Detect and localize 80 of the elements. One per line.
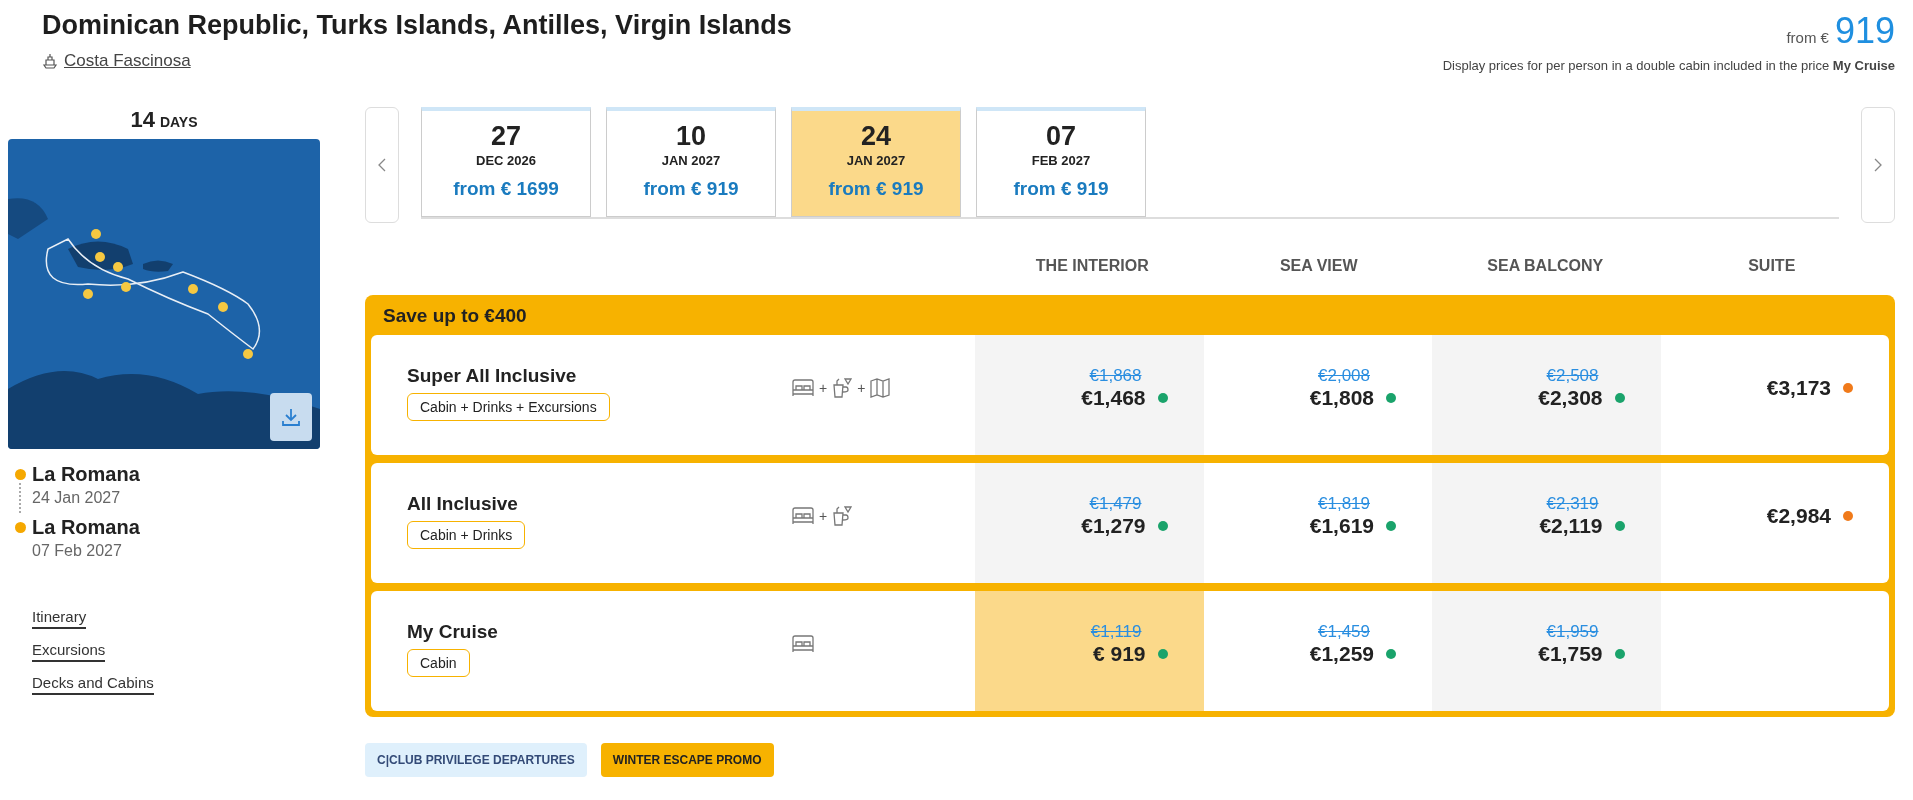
fare-name: All Inclusive bbox=[407, 493, 519, 515]
ship-icon bbox=[42, 53, 58, 69]
download-button[interactable] bbox=[270, 393, 312, 441]
ship-link[interactable]: Costa Fascinosa bbox=[64, 51, 191, 71]
original-price: €1,959 bbox=[1546, 622, 1599, 642]
fare-price: €1,468 bbox=[1081, 386, 1146, 410]
original-price: €1,819 bbox=[1318, 494, 1370, 514]
date-tab[interactable]: 10 JAN 2027 from € 919 bbox=[606, 107, 776, 217]
price-cell[interactable]: €1,819 €1,619 bbox=[1203, 463, 1432, 583]
column-header: SUITE bbox=[1748, 257, 1796, 274]
price-cell[interactable]: €2,319 €2,119 bbox=[1432, 463, 1661, 583]
drink-icon bbox=[831, 377, 854, 399]
fare-name: My Cruise bbox=[407, 621, 499, 643]
price-cell[interactable]: €2,508 €2,308 bbox=[1432, 335, 1661, 455]
original-price: €2,319 bbox=[1546, 494, 1599, 514]
price-cell[interactable]: €1,868 €1,468 bbox=[975, 335, 1204, 455]
bed-icon bbox=[791, 378, 815, 398]
promo-badge: WINTER ESCAPE PROMO bbox=[600, 743, 774, 777]
duration-unit: DAYS bbox=[159, 114, 198, 130]
fare-tag: Cabin + Drinks bbox=[407, 521, 526, 549]
fare-tag: Cabin bbox=[407, 649, 470, 677]
drink-icon bbox=[831, 505, 854, 527]
date-tab[interactable]: 24 JAN 2027 from € 919 bbox=[791, 107, 961, 217]
previous-button[interactable] bbox=[365, 107, 399, 223]
promo-badge: C|CLUB PRIVILEGE DEPARTURES bbox=[365, 743, 587, 777]
price-cell[interactable]: €1,959 €1,759 bbox=[1432, 591, 1661, 711]
original-price: €1,868 bbox=[1089, 366, 1142, 386]
port-name: La Romana bbox=[32, 516, 140, 539]
price-cell[interactable]: €1,479 €1,279 bbox=[975, 463, 1204, 583]
section-link[interactable]: Excursions bbox=[32, 641, 106, 662]
fare-name: Super All Inclusive bbox=[407, 365, 578, 387]
chevron-left-icon bbox=[378, 158, 386, 172]
section-link[interactable]: Decks and Cabins bbox=[32, 674, 154, 695]
section-link[interactable]: Itinerary bbox=[32, 608, 87, 629]
original-price: €1,479 bbox=[1089, 494, 1142, 514]
fare-price: €2,984 bbox=[1766, 504, 1831, 528]
next-button[interactable] bbox=[1861, 107, 1895, 223]
download-icon bbox=[280, 406, 302, 428]
price-note: Display prices for per person in a double cabin included in the price My Cruise bbox=[1442, 58, 1895, 73]
bed-icon bbox=[791, 634, 815, 654]
map-icon bbox=[869, 377, 892, 399]
fare-price: € 919 bbox=[1092, 642, 1146, 666]
original-price: €2,508 bbox=[1546, 366, 1599, 386]
stop-dot bbox=[14, 522, 26, 533]
plus-sign: + bbox=[819, 508, 828, 524]
fare-price: €1,759 bbox=[1538, 642, 1603, 666]
plus-sign: + bbox=[857, 380, 866, 396]
bed-icon bbox=[791, 506, 815, 526]
fare-tag: Cabin + Drinks + Excursions bbox=[407, 393, 610, 421]
cruise-title: Dominican Republic, Turks Islands, Antilles, Virgin Islands bbox=[42, 10, 792, 41]
promo-title: Save up to €400 bbox=[382, 304, 528, 327]
fare-price: €3,173 bbox=[1766, 376, 1831, 400]
price-cell[interactable]: €1,119 € 919 bbox=[975, 591, 1204, 711]
port-date: 07 Feb 2027 bbox=[32, 542, 123, 560]
date-tab[interactable]: 07 FEB 2027 from € 919 bbox=[976, 107, 1146, 217]
port-name: La Romana bbox=[32, 463, 140, 486]
column-header: SEA BALCONY bbox=[1487, 257, 1604, 274]
fare-price: €1,259 bbox=[1309, 642, 1374, 666]
price-cell[interactable]: €2,008 €1,808 bbox=[1203, 335, 1432, 455]
original-price: €1,119 bbox=[1090, 622, 1142, 642]
from-price: 919 bbox=[1834, 10, 1895, 52]
plus-sign: + bbox=[819, 380, 828, 396]
fare-price: €1,279 bbox=[1081, 514, 1146, 538]
original-price: €1,459 bbox=[1318, 622, 1370, 642]
date-tab[interactable]: 27 DEC 2026 from € 1699 bbox=[421, 107, 591, 217]
fare-price: €1,619 bbox=[1309, 514, 1374, 538]
column-header: SEA VIEW bbox=[1279, 257, 1358, 274]
original-price: €2,008 bbox=[1318, 366, 1370, 386]
price-cell[interactable]: €2,984 bbox=[1660, 463, 1889, 583]
price-cell[interactable]: €3,173 bbox=[1660, 335, 1889, 455]
fare-price: €2,308 bbox=[1538, 386, 1603, 410]
port-date: 24 Jan 2027 bbox=[32, 489, 122, 507]
stop-dot bbox=[14, 469, 26, 480]
price-cell[interactable]: €1,459 €1,259 bbox=[1203, 591, 1432, 711]
fare-price: €1,808 bbox=[1309, 386, 1374, 410]
duration-number: 14 bbox=[130, 107, 155, 132]
column-header: THE INTERIOR bbox=[1035, 257, 1149, 274]
fare-price: €2,119 bbox=[1539, 514, 1603, 538]
chevron-right-icon bbox=[1874, 158, 1882, 172]
from-label: from € bbox=[1786, 29, 1829, 46]
